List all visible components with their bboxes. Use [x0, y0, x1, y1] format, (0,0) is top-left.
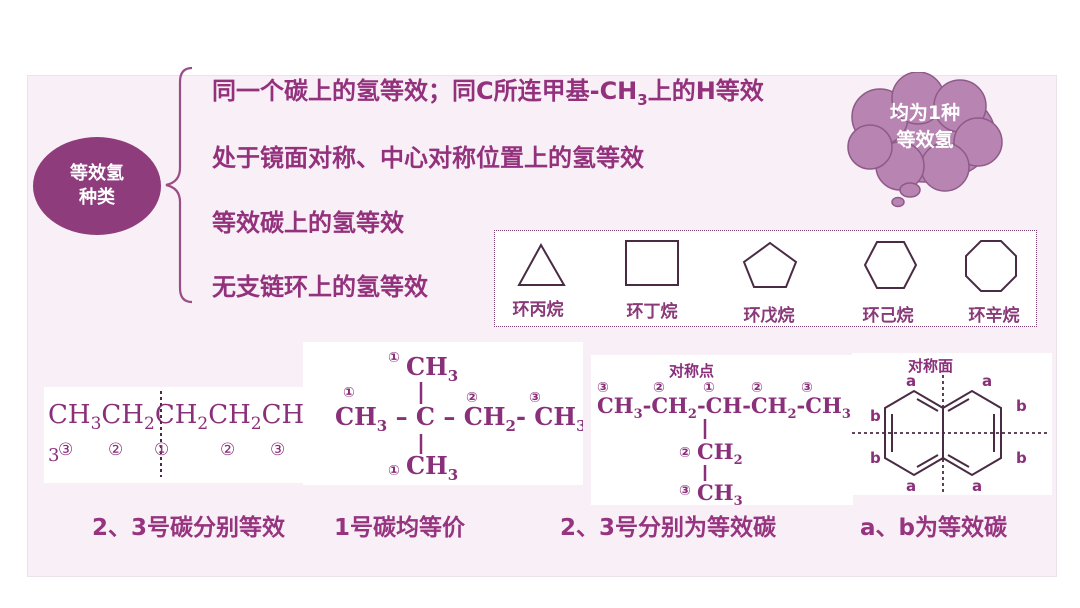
caption-4: a、b为等效碳 — [860, 515, 1007, 541]
square-shape — [625, 240, 679, 286]
svg-text:b: b — [870, 449, 881, 467]
rule-3: 等效碳上的氢等效 — [212, 203, 404, 238]
hexagon-shape — [863, 241, 918, 289]
rule-2-text: 处于镜面对称、中心对称位置上的氢等效 — [212, 144, 644, 172]
svg-text:a: a — [906, 477, 916, 495]
ring-label-4: 环己烷 — [862, 306, 914, 326]
structure-pentane: CH3CH2CH2CH2CH 3 ③ ② ① ② ③ — [44, 387, 312, 483]
branched-svg: 对称点 ③ ② ① ② ③ CH3-CH2-CH-CH2-CH3 ② CH2 ③… — [597, 362, 851, 509]
svg-text:①: ① — [343, 385, 355, 401]
svg-text:CH3CH2CH2CH2CH: CH3CH2CH2CH2CH — [48, 400, 304, 434]
svg-text:②: ② — [108, 440, 123, 460]
svg-text:③: ③ — [58, 440, 73, 460]
rings-box: 环丙烷 环丁烷 环戊烷 环己烷 环辛烷 — [494, 230, 1037, 327]
svg-text:a: a — [972, 477, 982, 495]
rule-4-text: 无支链环上的氢等效 — [212, 273, 428, 301]
svg-text:CH3: CH3 — [406, 451, 458, 484]
svg-text:③: ③ — [270, 440, 285, 460]
category-line1: 等效氢 — [70, 163, 124, 184]
svg-text:b: b — [1016, 397, 1027, 415]
caption-3: 2、3号分别为等效碳 — [560, 515, 777, 541]
cloud-text: 均为1种等效氢 — [852, 100, 998, 154]
svg-text:a: a — [982, 372, 992, 390]
brace — [165, 66, 193, 304]
pentane-svg: CH3CH2CH2CH2CH 3 ③ ② ① ② ③ — [48, 391, 304, 477]
ring-label-3: 环戊烷 — [743, 306, 795, 326]
caption-2: 1号碳均等价 — [334, 515, 466, 541]
structure-neopentane: ① CH3 ① ② ③ CH3 – C – CH2- CH3 ① CH3 — [303, 342, 587, 485]
svg-text:b: b — [1016, 449, 1027, 467]
svg-text:a: a — [906, 372, 916, 390]
rule-4: 无支链环上的氢等效 — [212, 267, 428, 302]
pentagon-shape — [742, 241, 798, 288]
svg-text:②: ② — [679, 445, 691, 461]
rule-1-text: 同一个碳上的氢等效；同C所连甲基-CH — [212, 77, 638, 105]
structure-branched: 对称点 ③ ② ① ② ③ CH3-CH2-CH-CH2-CH3 ② CH2 ③… — [591, 355, 853, 509]
category-line2: 种类 — [79, 187, 115, 208]
svg-text:③: ③ — [679, 483, 691, 499]
rule-2: 处于镜面对称、中心对称位置上的氢等效 — [212, 138, 644, 173]
svg-text:②: ② — [220, 440, 235, 460]
cloud-line1: 均为1种 — [889, 102, 961, 124]
ring-label-5: 环辛烷 — [968, 306, 1020, 326]
sym-point-label: 对称点 — [669, 362, 714, 380]
svg-text:CH3: CH3 — [697, 480, 743, 505]
svg-text:CH3-CH2-CH-CH2-CH3: CH3-CH2-CH-CH2-CH3 — [597, 393, 851, 422]
svg-text:b: b — [870, 407, 881, 425]
svg-text:①: ① — [154, 440, 169, 460]
rule-1-sub: 3 — [637, 90, 648, 109]
svg-text:CH3: CH3 — [406, 352, 458, 385]
cloud-line2: 等效氢 — [896, 129, 954, 151]
ring-label-1: 环丙烷 — [512, 300, 564, 320]
neopentane-svg: ① CH3 ① ② ③ CH3 – C – CH2- CH3 ① CH3 — [335, 350, 587, 484]
rule-1-text-end: 上的H等效 — [647, 77, 764, 105]
svg-text:①: ① — [388, 463, 400, 479]
svg-text:CH2: CH2 — [697, 439, 743, 468]
category-ellipse: 等效氢 种类 — [33, 137, 161, 235]
rule-3-text: 等效碳上的氢等效 — [212, 209, 404, 237]
octagon-shape — [965, 240, 1017, 292]
triangle-shape — [517, 242, 566, 286]
structure-naphthalene: 对称面 a a b b b b a a — [852, 353, 1052, 495]
svg-text:①: ① — [388, 350, 400, 366]
rule-1: 同一个碳上的氢等效；同C所连甲基-CH3上的H等效 — [212, 71, 764, 109]
svg-text:CH3 – C – CH2- CH3: CH3 – C – CH2- CH3 — [335, 402, 583, 435]
caption-1: 2、3号碳分别等效 — [92, 515, 286, 541]
naphthalene-svg: 对称面 a a b b b b a a — [852, 357, 1047, 495]
ring-label-2: 环丁烷 — [626, 302, 678, 322]
